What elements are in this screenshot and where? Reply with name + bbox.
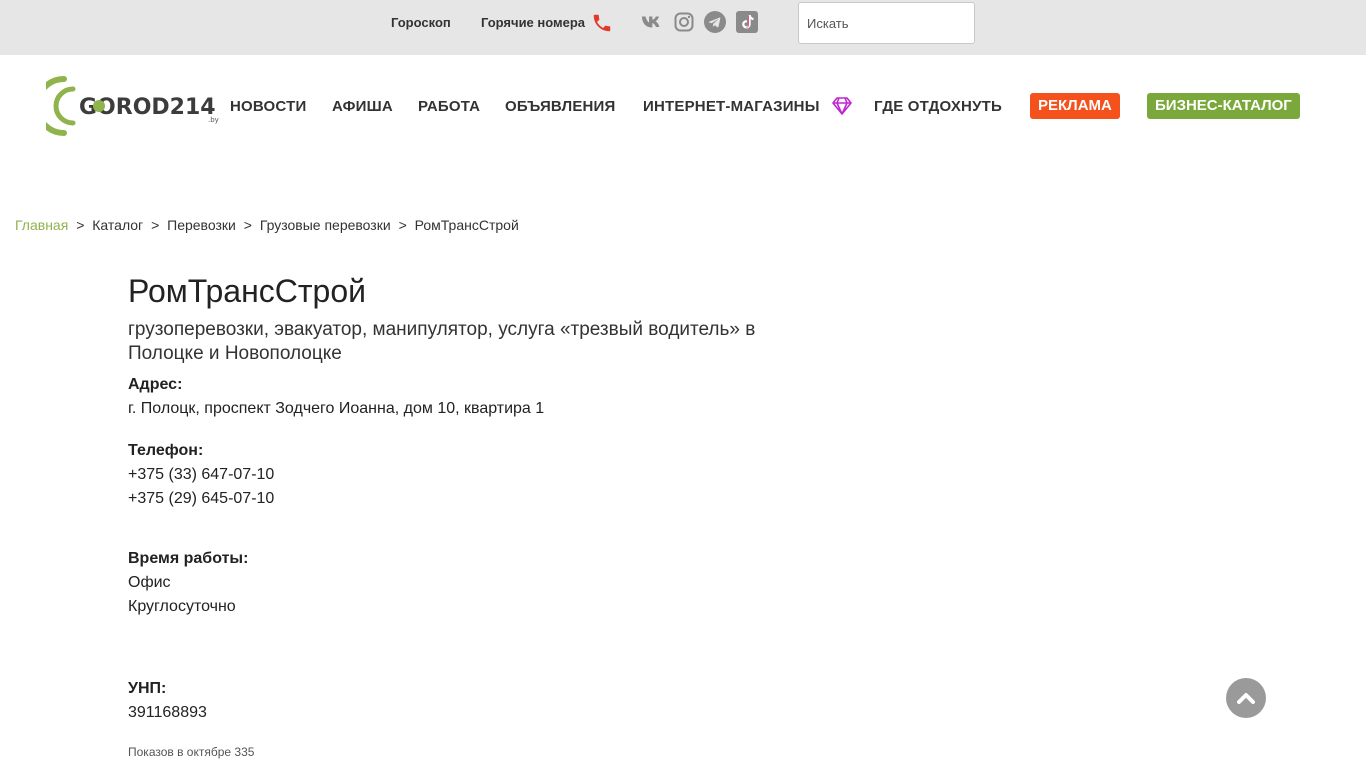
instagram-icon[interactable]	[673, 11, 695, 33]
hours-label: Время работы:	[128, 550, 249, 567]
hours-place: Офис	[128, 574, 171, 591]
nav-afisha[interactable]: АФИША	[332, 98, 393, 115]
company-header: РомТрансСтрой грузоперевозки, эвакуатор,…	[128, 272, 828, 366]
breadcrumb-transport[interactable]: Перевозки	[167, 217, 236, 233]
horoscope-link[interactable]: Гороскоп	[391, 15, 451, 30]
chevron-up-icon	[1237, 693, 1255, 704]
phone-block: Телефон: +375 (33) 647-07-10 +375 (29) 6…	[128, 439, 274, 511]
breadcrumb-cargo[interactable]: Грузовые перевозки	[260, 217, 391, 233]
address-block: Адрес: г. Полоцк, проспект Зодчего Иоанн…	[128, 373, 544, 421]
breadcrumb: Главная > Каталог > Перевозки > Грузовые…	[15, 217, 519, 233]
phone-label: Телефон:	[128, 442, 204, 459]
phone-icon[interactable]	[591, 12, 613, 34]
breadcrumb-home[interactable]: Главная	[15, 217, 68, 233]
nav-leisure[interactable]: ГДЕ ОТДОХНУТЬ	[874, 98, 1002, 115]
unp-value: 391168893	[128, 704, 207, 721]
diamond-icon	[832, 97, 852, 115]
breadcrumb-current: РомТрансСтрой	[414, 217, 519, 233]
nav-ads[interactable]: ОБЪЯВЛЕНИЯ	[505, 98, 616, 115]
nav-jobs[interactable]: РАБОТА	[418, 98, 480, 115]
company-description: грузоперевозки, эвакуатор, манипулятор, …	[128, 319, 756, 364]
breadcrumb-separator: >	[398, 217, 407, 233]
telegram-icon[interactable]	[704, 11, 726, 33]
business-catalog-button[interactable]: БИЗНЕС-КАТАЛОГ	[1147, 93, 1300, 119]
hours-block: Время работы: Офис Круглосуточно	[128, 547, 248, 619]
unp-block: УНП: 391168893	[128, 677, 207, 725]
phone-number[interactable]: +375 (29) 645-07-10	[128, 487, 274, 511]
search-input[interactable]	[798, 2, 975, 44]
top-bar: Гороскоп Горячие номера	[0, 0, 1366, 55]
company-title: РомТрансСтрой	[128, 273, 366, 309]
nav-news[interactable]: НОВОСТИ	[230, 98, 306, 115]
breadcrumb-catalog[interactable]: Каталог	[92, 217, 143, 233]
hot-numbers-link[interactable]: Горячие номера	[481, 15, 585, 30]
address-value: г. Полоцк, проспект Зодчего Иоанна, дом …	[128, 400, 545, 417]
address-label: Адрес:	[128, 376, 183, 393]
hours-value: Круглосуточно	[128, 598, 236, 615]
vk-icon[interactable]	[641, 11, 663, 33]
unp-label: УНП:	[128, 680, 167, 697]
advertising-button[interactable]: РЕКЛАМА	[1030, 93, 1120, 119]
views-counter: Показов в октябре 335	[128, 745, 255, 759]
breadcrumb-separator: >	[151, 217, 160, 233]
breadcrumb-separator: >	[243, 217, 252, 233]
tiktok-icon[interactable]	[736, 11, 758, 33]
logo-domain: .by	[208, 116, 219, 124]
scroll-to-top-button[interactable]	[1226, 678, 1266, 718]
site-logo[interactable]: GOROD214 .by	[34, 76, 222, 136]
breadcrumb-separator: >	[76, 217, 85, 233]
nav-online-shops[interactable]: ИНТЕРНЕТ-МАГАЗИНЫ	[643, 98, 820, 115]
phone-number[interactable]: +375 (33) 647-07-10	[128, 463, 274, 487]
